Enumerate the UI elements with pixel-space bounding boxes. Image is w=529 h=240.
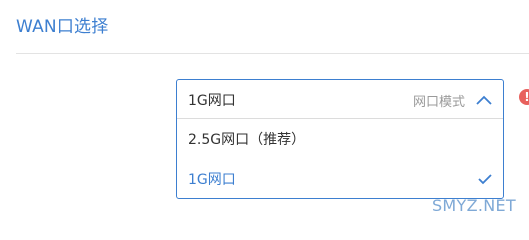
page: WAN口选择 1G网口 网口模式 2.5G网口（推荐） 1G网口 ! SMYZ.…	[0, 0, 529, 226]
alert-icon[interactable]: !	[519, 89, 529, 105]
option-label: 2.5G网口（推荐）	[188, 132, 306, 148]
wan-port-select[interactable]: 1G网口 网口模式 2.5G网口（推荐） 1G网口	[176, 79, 504, 199]
watermark: SMYZ.NET	[431, 196, 516, 215]
section-title: WAN口选择	[16, 17, 109, 37]
section-divider	[16, 53, 529, 54]
dropdown-option-1g[interactable]: 1G网口	[177, 160, 503, 198]
check-icon	[477, 171, 493, 185]
chevron-up-icon[interactable]	[475, 92, 493, 106]
option-label: 1G网口	[188, 172, 236, 188]
mode-label: 网口模式	[412, 95, 465, 110]
dropdown-option-2-5g[interactable]: 2.5G网口（推荐）	[177, 120, 503, 158]
select-trigger[interactable]: 1G网口 网口模式	[177, 80, 503, 119]
selected-value: 1G网口	[188, 93, 236, 109]
